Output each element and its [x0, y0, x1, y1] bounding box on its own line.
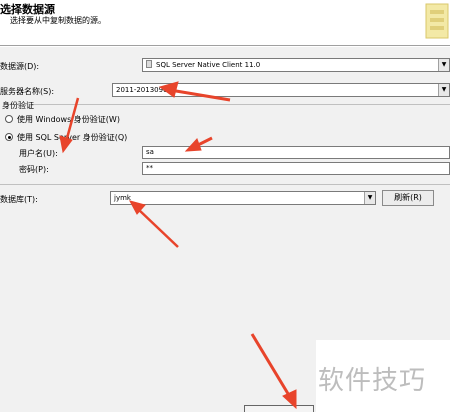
auth-group-label: 身份验证	[2, 101, 34, 110]
windows-auth-label[interactable]: 使用 Windows 身份验证(W)	[17, 114, 120, 125]
sql-auth-radio[interactable]	[5, 133, 13, 141]
server-name-value: 2011-20130907IL	[116, 86, 178, 94]
password-input[interactable]: **	[142, 162, 450, 175]
data-source-icon	[146, 60, 152, 68]
next-button[interactable]	[244, 405, 314, 412]
sql-auth-label[interactable]: 使用 SQL Server 身份验证(Q)	[17, 132, 127, 143]
page-subtitle: 选择要从中复制数据的源。	[10, 16, 106, 25]
refresh-button[interactable]: 刷新(R)	[382, 190, 434, 206]
password-label: 密码(P):	[19, 165, 49, 174]
section-separator	[0, 184, 450, 185]
server-name-label: 服务器名称(S):	[0, 87, 55, 96]
chevron-down-icon[interactable]: ▼	[438, 59, 449, 71]
watermark-text: 软件技巧	[318, 366, 427, 396]
database-combo[interactable]: jymk ▼	[110, 191, 376, 205]
database-value: jymk	[114, 194, 131, 202]
server-name-combo[interactable]: 2011-20130907IL ▼	[112, 83, 450, 97]
database-label: 数据库(T):	[0, 195, 38, 204]
data-source-label: 数据源(D):	[0, 62, 40, 71]
data-source-value: SQL Server Native Client 11.0	[156, 61, 261, 69]
username-input[interactable]: sa	[142, 146, 450, 159]
data-source-combo[interactable]: SQL Server Native Client 11.0 ▼	[142, 58, 450, 72]
windows-auth-radio[interactable]	[5, 115, 13, 123]
chevron-down-icon[interactable]: ▼	[438, 84, 449, 96]
chevron-down-icon[interactable]: ▼	[364, 192, 375, 204]
wizard-header: 选择数据源 选择要从中复制数据的源。	[0, 0, 450, 46]
username-label: 用户名(U):	[19, 149, 58, 158]
database-wizard-icon	[425, 3, 449, 39]
auth-group-separator	[30, 104, 450, 105]
